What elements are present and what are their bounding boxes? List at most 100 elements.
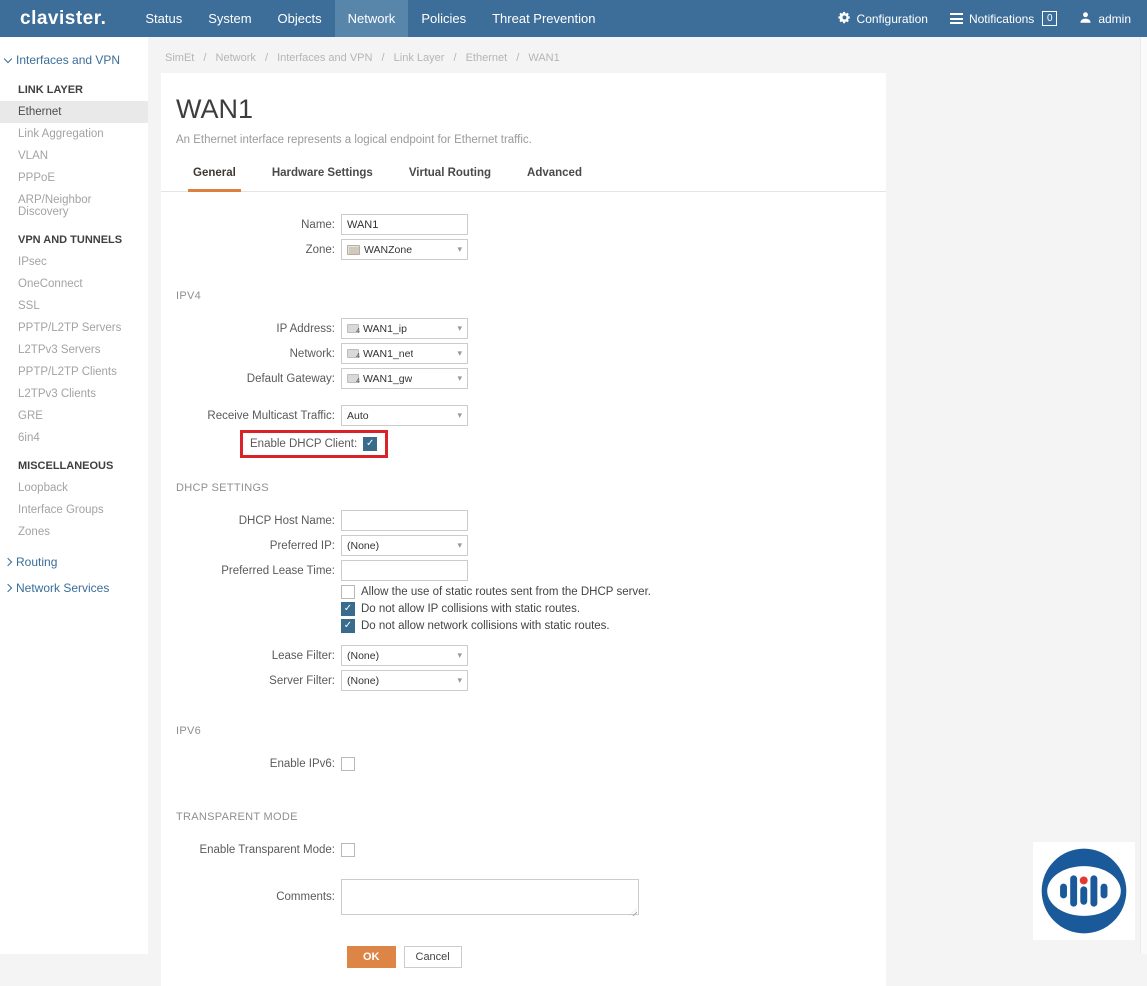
breadcrumb-separator: / <box>516 52 519 64</box>
multicast-select[interactable]: Auto ▾ <box>341 405 468 426</box>
gear-icon <box>838 11 851 27</box>
sidebar-root-routing[interactable]: Routing <box>0 549 148 575</box>
preferred-ip-value: (None) <box>347 540 379 552</box>
sidebar-item-zones[interactable]: Zones <box>0 521 148 543</box>
sidebar-item-gre[interactable]: GRE <box>0 405 148 427</box>
dhcp-host-name-label: DHCP Host Name: <box>176 515 341 527</box>
network-value: WAN1_net <box>363 348 413 360</box>
name-input[interactable] <box>341 214 468 235</box>
page-subtitle: An Ethernet interface represents a logic… <box>176 134 886 146</box>
tab-hardware-settings[interactable]: Hardware Settings <box>267 161 378 192</box>
nav-item-objects[interactable]: Objects <box>265 0 335 37</box>
section-header-ipv6: IPV6 <box>176 725 886 737</box>
cancel-button[interactable]: Cancel <box>404 946 462 968</box>
breadcrumb-separator: / <box>265 52 268 64</box>
preferred-lease-time-input[interactable] <box>341 560 468 581</box>
sidebar-item-pptp-l2tp-clients[interactable]: PPTP/L2TP Clients <box>0 361 148 383</box>
comments-textarea[interactable] <box>341 879 639 915</box>
breadcrumb-wan1[interactable]: WAN1 <box>528 52 559 64</box>
default-gateway-row: Default Gateway: 4 WAN1_gw ▾ <box>176 368 886 389</box>
sidebar-item-oneconnect[interactable]: OneConnect <box>0 273 148 295</box>
tab-virtual-routing[interactable]: Virtual Routing <box>404 161 496 192</box>
nav-item-system[interactable]: System <box>195 0 264 37</box>
sidebar-item-loopback[interactable]: Loopback <box>0 477 148 499</box>
section-header-dhcp-settings: DHCP SETTINGS <box>176 482 886 494</box>
dhcp-host-name-input[interactable] <box>341 510 468 531</box>
comments-row: Comments: <box>176 879 886 920</box>
dhcp-client-checkbox[interactable]: ✓ <box>363 437 377 451</box>
zone-select[interactable]: WANZone ▾ <box>341 239 468 260</box>
server-filter-value: (None) <box>347 675 379 687</box>
chevron-down-icon: ▾ <box>457 675 462 686</box>
tab-advanced[interactable]: Advanced <box>522 161 587 192</box>
preferred-lease-time-row: Preferred Lease Time: <box>176 560 886 581</box>
default-gateway-select[interactable]: 4 WAN1_gw ▾ <box>341 368 468 389</box>
notifications-button[interactable]: Notifications 0 <box>950 11 1057 27</box>
zone-value: WANZone <box>364 244 412 256</box>
lease-filter-label: Lease Filter: <box>176 650 341 662</box>
ip-address-select[interactable]: 4 WAN1_ip ▾ <box>341 318 468 339</box>
sidebar-item-l2tpv3-clients[interactable]: L2TPv3 Clients <box>0 383 148 405</box>
preferred-ip-select[interactable]: (None) ▾ <box>341 535 468 556</box>
network-select[interactable]: 4 WAN1_net ▾ <box>341 343 468 364</box>
sidebar-item-ipsec[interactable]: IPsec <box>0 251 148 273</box>
ok-button[interactable]: OK <box>347 946 396 968</box>
breadcrumb-network[interactable]: Network <box>216 52 256 64</box>
ipv4-address-icon: 4 <box>347 349 359 358</box>
multicast-row: Receive Multicast Traffic: Auto ▾ <box>176 405 886 426</box>
configuration-button[interactable]: Configuration <box>838 11 928 27</box>
form-actions: OK Cancel <box>347 946 886 968</box>
nav-item-policies[interactable]: Policies <box>408 0 479 37</box>
sidebar-item-l2tpv3-servers[interactable]: L2TPv3 Servers <box>0 339 148 361</box>
sidebar-item-ssl[interactable]: SSL <box>0 295 148 317</box>
sidebar-root-label: Routing <box>16 555 57 569</box>
static-routes-option-row: Allow the use of static routes sent from… <box>341 585 886 599</box>
zone-icon <box>347 245 360 255</box>
sidebar-item-pppoe[interactable]: PPPoE <box>0 167 148 189</box>
clavister-eye-icon <box>1038 845 1130 937</box>
enable-ipv6-checkbox[interactable] <box>341 757 355 771</box>
sidebar-item-link-aggregation[interactable]: Link Aggregation <box>0 123 148 145</box>
ipv4-address-icon: 4 <box>347 324 359 333</box>
sidebar-root-label: Network Services <box>16 581 109 595</box>
server-filter-select[interactable]: (None) ▾ <box>341 670 468 691</box>
chevron-down-icon: ▾ <box>457 540 462 551</box>
enable-ipv6-row: Enable IPv6: <box>176 757 886 771</box>
no-ip-collisions-label: Do not allow IP collisions with static r… <box>361 603 580 615</box>
lease-filter-select[interactable]: (None) ▾ <box>341 645 468 666</box>
user-menu[interactable]: admin <box>1079 11 1131 27</box>
preferred-lease-time-label: Preferred Lease Time: <box>176 565 341 577</box>
no-network-collisions-checkbox[interactable]: ✓ <box>341 619 355 633</box>
chevron-down-icon: ▾ <box>457 410 462 421</box>
sidebar-item-6in4[interactable]: 6in4 <box>0 427 148 449</box>
sidebar-item-vlan[interactable]: VLAN <box>0 145 148 167</box>
page-scrollbar[interactable] <box>1140 37 1147 954</box>
tab-bar: General Hardware Settings Virtual Routin… <box>161 161 886 192</box>
sidebar-root-label: Interfaces and VPN <box>16 53 120 67</box>
dhcp-client-row: Enable DHCP Client: ✓ <box>240 430 886 458</box>
breadcrumb: SimEt / Network / Interfaces and VPN / L… <box>148 37 1147 73</box>
nav-item-threat-prevention[interactable]: Threat Prevention <box>479 0 608 37</box>
server-filter-row: Server Filter: (None) ▾ <box>176 670 886 691</box>
nav-item-network[interactable]: Network <box>335 0 409 37</box>
no-ip-collisions-checkbox[interactable]: ✓ <box>341 602 355 616</box>
sidebar-item-interface-groups[interactable]: Interface Groups <box>0 499 148 521</box>
allow-static-routes-checkbox[interactable] <box>341 585 355 599</box>
sidebar-group-vpn-and-tunnels: VPN AND TUNNELS <box>0 223 148 251</box>
clavister-logo[interactable]: clavister. <box>0 0 132 37</box>
sidebar-item-arp-neighbor-discovery[interactable]: ARP/Neighbor Discovery <box>0 189 148 223</box>
sidebar-item-pptp-l2tp-servers[interactable]: PPTP/L2TP Servers <box>0 317 148 339</box>
breadcrumb-interfaces-and-vpn[interactable]: Interfaces and VPN <box>277 52 372 64</box>
tab-general[interactable]: General <box>188 161 241 192</box>
sidebar-item-ethernet[interactable]: Ethernet <box>0 101 148 123</box>
breadcrumb-link-layer[interactable]: Link Layer <box>394 52 445 64</box>
nav-item-status[interactable]: Status <box>132 0 195 37</box>
section-header-transparent-mode: TRANSPARENT MODE <box>176 811 886 823</box>
sidebar-root-interfaces-and-vpn[interactable]: Interfaces and VPN <box>0 47 148 73</box>
server-filter-label: Server Filter: <box>176 675 341 687</box>
enable-transparent-mode-checkbox[interactable] <box>341 843 355 857</box>
breadcrumb-ethernet[interactable]: Ethernet <box>466 52 508 64</box>
zone-row: Zone: WANZone ▾ <box>176 239 886 260</box>
sidebar-root-network-services[interactable]: Network Services <box>0 575 148 601</box>
breadcrumb-simet[interactable]: SimEt <box>165 52 194 64</box>
